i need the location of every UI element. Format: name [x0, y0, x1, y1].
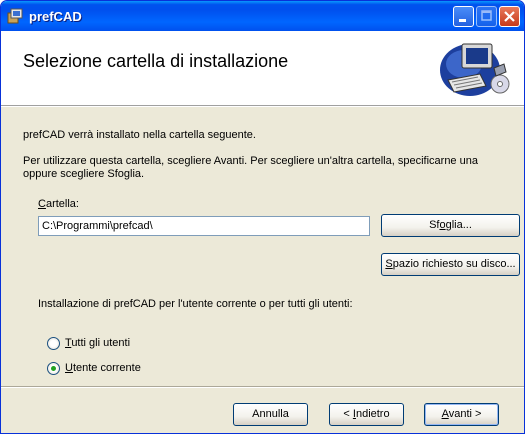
cancel-button[interactable]: Annulla	[233, 403, 308, 426]
install-scope-question: Installazione di prefCAD per l'utente co…	[38, 298, 353, 310]
window-title: prefCAD	[29, 9, 82, 24]
minimize-icon	[459, 19, 466, 22]
instructions-line-1: Per utilizzare questa cartella, sceglier…	[23, 155, 478, 167]
maximize-icon	[481, 10, 492, 21]
radio-current-user-label[interactable]: Utente corrente	[65, 362, 141, 374]
title-bar[interactable]: prefCAD	[1, 1, 524, 31]
footer-separator	[1, 386, 524, 388]
disk-space-button[interactable]: Spazio richiesto su disco...	[381, 253, 520, 276]
computer-setup-icon	[440, 43, 510, 96]
browse-button[interactable]: Sfoglia...	[381, 214, 520, 237]
dialog-body: prefCAD verrà installato nella cartella …	[1, 106, 524, 433]
folder-path-input[interactable]	[38, 216, 370, 236]
radio-current-user[interactable]	[47, 362, 60, 375]
radio-selected-dot	[51, 366, 56, 371]
radio-all-users[interactable]	[47, 337, 60, 350]
minimize-button[interactable]	[453, 6, 474, 27]
next-button[interactable]: Avanti >	[424, 403, 499, 426]
dialog-header: Selezione cartella di installazione	[1, 31, 524, 106]
back-button[interactable]: < Indietro	[329, 403, 404, 426]
folder-label: Cartella:	[38, 198, 79, 210]
installer-window: prefCAD Selezione cartella di installazi…	[0, 0, 525, 434]
installer-app-icon	[7, 8, 23, 24]
maximize-button[interactable]	[476, 6, 497, 27]
instructions-line-2: oppure scegliere Sfoglia.	[23, 168, 145, 180]
intro-text: prefCAD verrà installato nella cartella …	[23, 129, 256, 141]
close-icon	[504, 11, 515, 22]
close-button[interactable]	[499, 6, 520, 27]
page-title: Selezione cartella di installazione	[23, 51, 289, 71]
radio-all-users-label[interactable]: Tutti gli utenti	[65, 337, 130, 349]
